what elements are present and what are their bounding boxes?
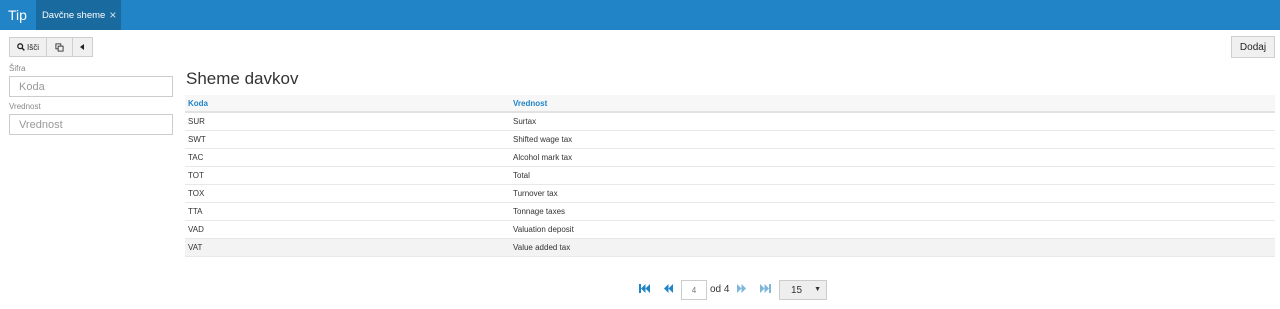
cell-value: Turnover tax [513,189,558,198]
previous-page-icon[interactable] [664,284,673,296]
column-header-value[interactable]: Vrednost [513,99,1275,108]
top-bar: Tip Davčne sheme × [0,0,1280,30]
search-button-label: Išči [27,42,39,52]
next-page-icon[interactable] [737,284,746,296]
copy-button[interactable] [47,37,73,57]
table-row[interactable]: SUR Surtax [185,113,1275,131]
caret-left-icon [80,44,84,50]
toolbar: Išči [9,37,93,57]
page-size-value: 15 [791,284,803,296]
cell-code: TOX [188,189,205,198]
page-count-label: od 4 [710,284,730,295]
table-row[interactable]: TAC Alcohol mark tax [185,149,1275,167]
tab-label: Davčne sheme [41,9,106,21]
cell-value: Value added tax [513,243,571,252]
copy-icon [55,42,64,52]
cell-value: Shifted wage tax [513,135,573,144]
close-icon[interactable]: × [109,9,116,21]
tab-davcne-sheme[interactable]: Davčne sheme × [35,0,122,30]
pagination: od 4 15 ▼ [0,280,1280,300]
table-row[interactable]: SWT Shifted wage tax [185,131,1275,149]
cell-code: SWT [188,135,206,144]
cell-code: TTA [188,207,203,216]
cell-code: SUR [188,117,205,126]
collapse-button[interactable] [73,37,93,57]
cell-value: Total [513,171,530,180]
cell-code: TOT [188,171,204,180]
app-brand[interactable]: Tip [0,0,36,30]
first-page-icon[interactable] [639,284,650,296]
page-number-input[interactable] [681,280,707,300]
cell-value: Surtax [513,117,537,126]
code-filter-input[interactable] [9,76,173,97]
tax-schemes-table: Koda Vrednost SUR Surtax SWT Shifted wag… [185,95,1275,257]
cell-code: TAC [188,153,204,162]
value-filter-label: Vrednost [9,102,41,111]
cell-value: Alcohol mark tax [513,153,573,162]
table-row[interactable]: VAD Valuation deposit [185,221,1275,239]
column-header-code[interactable]: Koda [185,99,513,108]
table-row[interactable]: TOX Turnover tax [185,185,1275,203]
table-row[interactable]: VAT Value added tax [185,239,1275,257]
table-row[interactable]: TOT Total [185,167,1275,185]
table-row[interactable]: TTA Tonnage taxes [185,203,1275,221]
table-header: Koda Vrednost [185,95,1275,113]
code-filter-label: Šifra [9,64,26,73]
add-button[interactable]: Dodaj [1231,36,1275,58]
page-title: Sheme davkov [186,69,299,88]
last-page-icon[interactable] [760,284,771,296]
caret-down-icon: ▼ [814,286,821,293]
cell-value: Tonnage taxes [513,207,566,216]
page-size-select[interactable]: 15 ▼ [779,280,827,300]
search-icon [17,43,25,51]
cell-code: VAT [188,243,203,252]
search-button[interactable]: Išči [9,37,47,57]
value-filter-input[interactable] [9,114,173,135]
cell-value: Valuation deposit [513,225,574,234]
cell-code: VAD [188,225,204,234]
